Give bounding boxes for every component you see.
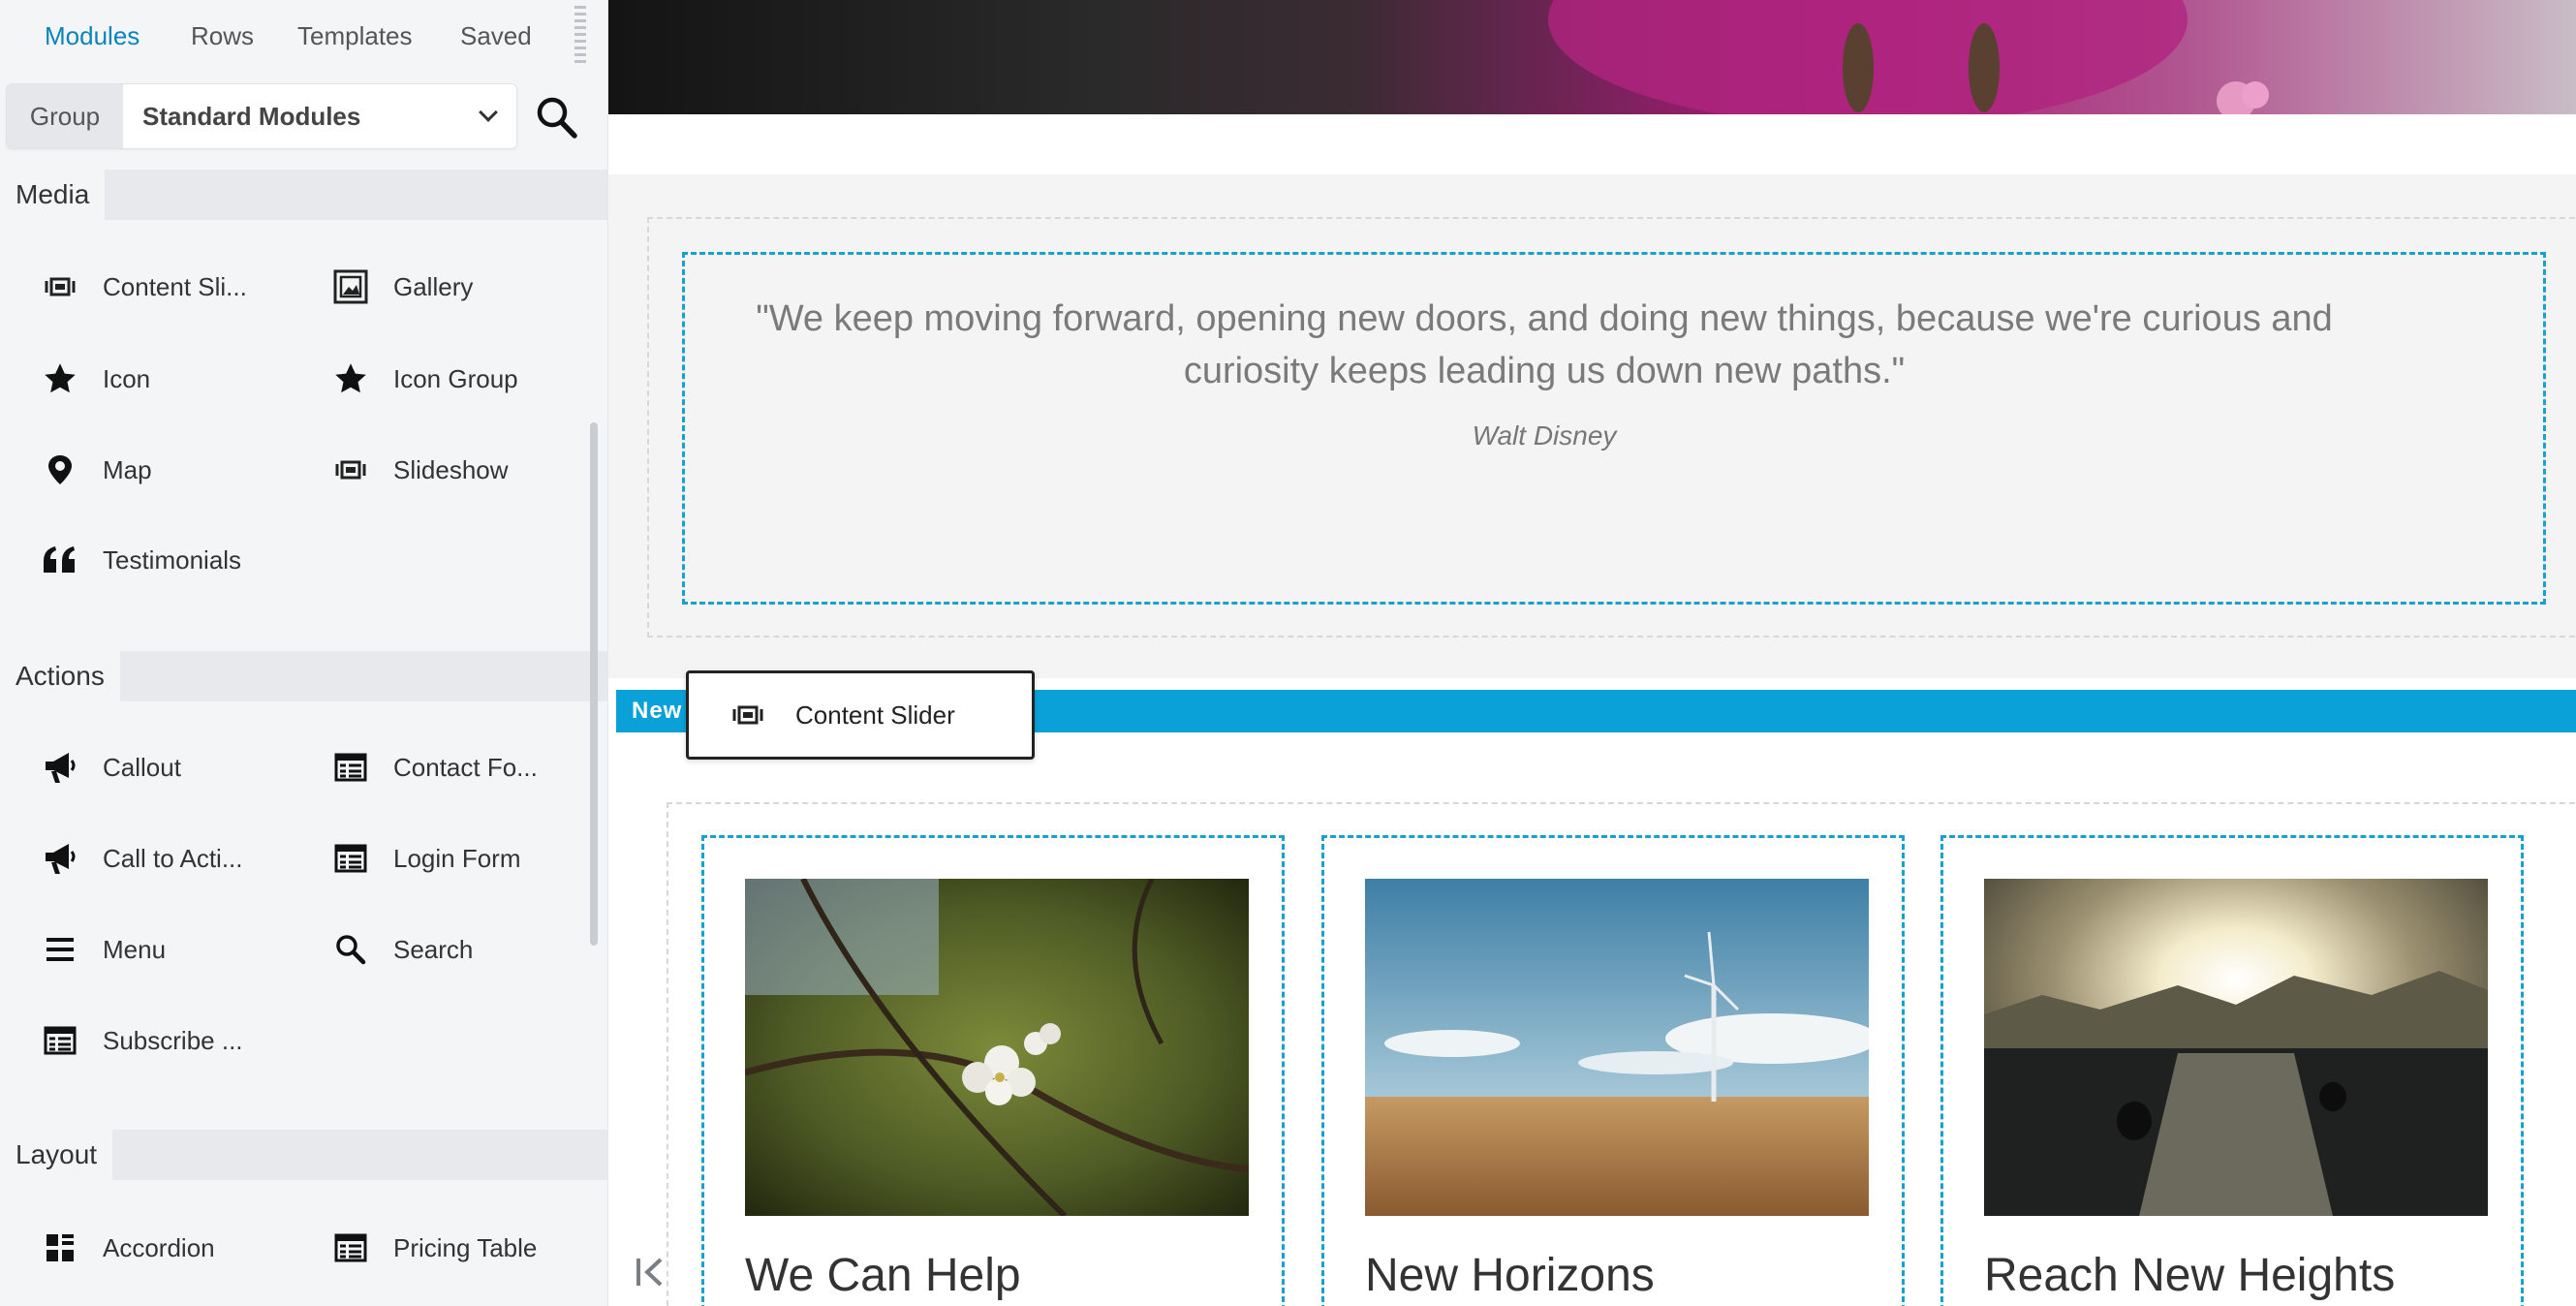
spacer	[608, 114, 2576, 174]
section-actions: Actions	[0, 651, 607, 701]
hero-photo	[1548, 0, 2269, 126]
map-pin-icon	[41, 451, 79, 489]
module-slideshow[interactable]: Slideshow	[331, 441, 509, 499]
search-button[interactable]	[535, 93, 579, 141]
module-sidebar: Modules Rows Templates Saved Group Stand…	[0, 0, 608, 1306]
star-icon	[41, 359, 79, 398]
menu-icon	[41, 930, 79, 969]
section-title: Layout	[0, 1130, 113, 1180]
module-map[interactable]: Map	[41, 441, 152, 499]
section-title: Media	[0, 170, 106, 220]
module-label: Accordion	[103, 1232, 215, 1262]
quote-icon	[41, 541, 79, 579]
megaphone-icon	[41, 839, 79, 878]
module-login-form[interactable]: Login Form	[331, 829, 521, 887]
card-title: Reach New Heights	[1984, 1250, 2396, 1301]
form-icon	[331, 748, 370, 787]
section-media: Media	[0, 170, 607, 220]
module-label: Subscribe ...	[103, 1025, 243, 1055]
group-label: Group	[7, 84, 123, 148]
quote-text: "We keep moving forward, opening new doo…	[756, 298, 2333, 391]
module-label: Pricing Table	[393, 1232, 538, 1262]
search-icon	[331, 930, 370, 969]
section-layout: Layout	[0, 1130, 607, 1180]
form-icon	[331, 1228, 370, 1267]
module-label: Testimonials	[103, 544, 242, 575]
module-menu[interactable]: Menu	[41, 920, 166, 979]
tab-templates[interactable]: Templates	[297, 21, 413, 51]
tab-modules[interactable]: Modules	[45, 21, 140, 51]
tab-saved[interactable]: Saved	[460, 21, 532, 51]
collapse-panel-button[interactable]	[634, 1256, 667, 1289]
testimonial-row: "We keep moving forward, opening new doo…	[608, 174, 2576, 678]
star-icon	[331, 359, 370, 398]
module-label: Map	[103, 454, 152, 484]
search-icon	[537, 97, 577, 139]
slider-icon	[331, 451, 370, 489]
module-label: Callout	[103, 752, 181, 782]
chevron-down-icon	[479, 103, 498, 122]
megaphone-icon	[41, 748, 79, 787]
form-icon	[331, 839, 370, 878]
module-label: Call to Acti...	[103, 843, 243, 873]
module-subscribe[interactable]: Subscribe ...	[41, 1011, 243, 1070]
group-dropdown-value: Standard Modules	[142, 101, 361, 131]
module-accordion[interactable]: Accordion	[41, 1219, 215, 1277]
slider-icon	[41, 267, 79, 306]
module-testimonials[interactable]: Testimonials	[41, 531, 241, 589]
module-label: Gallery	[393, 271, 474, 301]
card-module[interactable]: New Horizons	[1321, 835, 1905, 1306]
card-title: We Can Help	[745, 1250, 1021, 1301]
dragged-module-chip[interactable]: Content Slider	[686, 670, 1035, 760]
section-title: Actions	[0, 651, 120, 701]
module-label: Content Sli...	[103, 271, 247, 301]
group-dropdown[interactable]: Standard Modules	[123, 84, 516, 148]
module-search[interactable]: Search	[331, 920, 473, 979]
module-label: Slideshow	[393, 454, 509, 484]
sidebar-tabs: Modules Rows Templates Saved	[0, 0, 607, 74]
card-module[interactable]: We Can Help	[701, 835, 1285, 1306]
group-selector: Group Standard Modules	[6, 83, 517, 149]
quote-author: Walt Disney	[1472, 420, 1617, 451]
card-image	[1984, 879, 2488, 1216]
module-label: Icon	[103, 363, 151, 393]
slider-icon	[731, 696, 770, 734]
panel-drag-handle[interactable]	[574, 6, 586, 66]
page-canvas: "We keep moving forward, opening new doo…	[608, 0, 2576, 1306]
module-label: Login Form	[393, 843, 521, 873]
dragged-module-label: Content Slider	[795, 700, 955, 730]
gallery-icon	[331, 267, 370, 306]
hero-image	[608, 0, 2576, 126]
card-module[interactable]: Reach New Heights	[1940, 835, 2524, 1306]
card-image	[744, 877, 1250, 1219]
module-label: Menu	[103, 934, 167, 964]
tab-rows[interactable]: Rows	[191, 21, 254, 51]
card-title: New Horizons	[1365, 1250, 1655, 1301]
module-icon-group[interactable]: Icon Group	[331, 350, 518, 408]
collapse-left-icon	[636, 1258, 663, 1287]
module-gallery[interactable]: Gallery	[331, 258, 473, 316]
module-contact-form[interactable]: Contact Fo...	[331, 738, 538, 796]
accordion-icon	[41, 1228, 79, 1267]
sidebar-scrollbar[interactable]	[590, 422, 598, 946]
module-label: Search	[393, 934, 474, 964]
module-label: Icon Group	[393, 363, 518, 393]
card-image	[1365, 879, 1878, 1216]
module-content-slider[interactable]: Content Sli...	[41, 258, 247, 316]
module-pricing-table[interactable]: Pricing Table	[331, 1219, 537, 1277]
module-label: Contact Fo...	[393, 752, 538, 782]
module-callout[interactable]: Callout	[41, 738, 181, 796]
module-call-to-action[interactable]: Call to Acti...	[41, 829, 243, 887]
form-icon	[41, 1021, 79, 1060]
module-icon[interactable]: Icon	[41, 350, 150, 408]
drop-zone-label: New	[632, 698, 683, 724]
